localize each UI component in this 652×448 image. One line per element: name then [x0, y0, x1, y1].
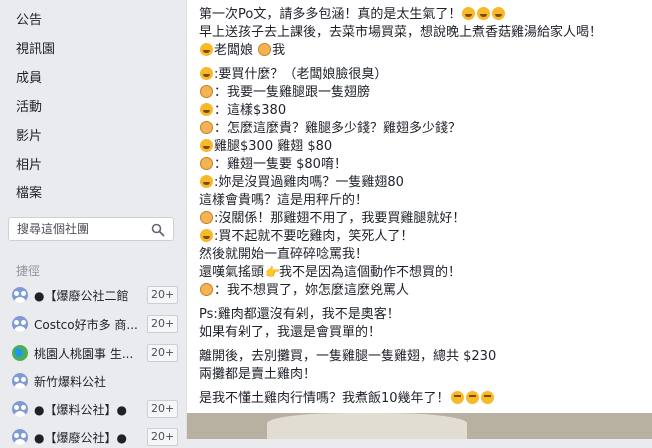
sweat-smile-emoji-icon	[465, 391, 479, 404]
nav-events[interactable]: 活動	[16, 96, 42, 115]
sweat-smile-emoji-icon	[450, 391, 464, 404]
laughing-emoji-icon	[200, 103, 213, 116]
shortcut-label: 新竹爆料公社	[34, 375, 107, 389]
shortcut-label: ●【爆廢公社二館	[34, 289, 129, 303]
post-line: 兩攤都是賣土雞肉！	[199, 367, 317, 382]
laughing-emoji-icon	[477, 7, 491, 20]
post-line: 然後就開始一直碎碎唸罵我！	[199, 247, 369, 262]
laughing-emoji-icon	[200, 229, 213, 242]
nav-members[interactable]: 成員	[16, 67, 42, 86]
laughing-emoji-icon	[462, 7, 476, 20]
nav-files[interactable]: 檔案	[16, 182, 42, 201]
post-line: ：這樣$380	[199, 102, 286, 120]
bun-emoji-icon	[200, 283, 213, 296]
post-line: 早上送孩子去上課後，去菜市場買菜，想說晚上煮香菇雞湯給家人喝！	[199, 25, 603, 40]
shortcut-count-badge: 20+	[147, 286, 179, 304]
group-search-box	[8, 217, 174, 241]
post-line: 如果有剁了，我還是會買單的！	[199, 325, 382, 340]
bun-emoji-icon	[200, 157, 213, 170]
post-line: 老闆娘 我	[199, 42, 285, 60]
group-search-input[interactable]	[17, 222, 147, 236]
shortcut-label: ●【爆廢公社】●	[34, 431, 127, 445]
bun-emoji-icon	[200, 85, 213, 98]
shortcut-label: 桃園人桃園事 生...	[34, 347, 134, 361]
post-line: :要買什麼？（老闆娘臉很臭）	[199, 66, 387, 84]
laughing-emoji-icon	[200, 175, 213, 188]
group-icon	[12, 429, 28, 445]
post-content: 第一次Po文，請多多包涵！真的是太生氣了！ 早上送孩子去上課後，去菜市場買菜，想…	[186, 0, 652, 439]
nav-announcements[interactable]: 公告	[16, 9, 42, 28]
shortcut-item[interactable]: 新竹爆料公社	[10, 370, 180, 392]
shortcut-item[interactable]: ●【爆廢公社】● 20+	[10, 426, 180, 448]
shortcut-item[interactable]: ●【爆廢公社二館 20+	[10, 284, 180, 306]
shortcut-count-badge: 20+	[147, 315, 179, 333]
search-icon[interactable]	[151, 223, 165, 237]
bun-emoji-icon	[200, 211, 213, 224]
post-photo[interactable]	[187, 413, 652, 439]
shortcut-item[interactable]: ●【爆料公社】● 20+	[10, 398, 180, 420]
nav-videos[interactable]: 影片	[16, 125, 42, 144]
group-icon	[12, 401, 28, 417]
post-line: :妳是沒買過雞肉嗎？一隻雞翅80	[199, 174, 404, 192]
laughing-emoji-icon	[492, 7, 506, 20]
group-icon	[12, 316, 28, 332]
post-line: 離開後，去別攤買，一隻雞腿一隻雞翅，總共 $230	[199, 349, 497, 364]
post-line: 還嘆氣搖頭我不是因為這個動作不想買的！	[199, 263, 461, 282]
post-line: ：怎麼這麼貴？雞腿多少錢？雞翅多少錢？	[199, 120, 461, 138]
shortcut-count-badge: 20+	[147, 428, 179, 446]
left-sidebar: 公告 視訊園 成員 活動 影片 相片 檔案 捷徑 ●【爆廢公社二館 20+ Co…	[0, 0, 182, 446]
shortcut-label: ●【爆料公社】●	[34, 403, 127, 417]
bun-emoji-icon	[258, 43, 272, 56]
nav-video-room[interactable]: 視訊園	[16, 38, 55, 57]
post-line: ：我要一隻雞腿跟一隻翅膀	[199, 84, 370, 102]
globe-icon	[12, 345, 28, 361]
pointing-hand-emoji-icon	[265, 263, 280, 281]
laughing-emoji-icon	[200, 139, 213, 152]
post-line: :沒關係！那雞翅不用了，我要買雞腿就好！	[199, 210, 465, 228]
group-icon	[12, 287, 28, 303]
post-line: ：我不想買了，妳怎麼這麼兇罵人	[199, 282, 409, 300]
post-line: 這樣會貴嗎？這是用秤斤的！	[199, 193, 369, 208]
post-line: 第一次Po文，請多多包涵！真的是太生氣了！	[199, 6, 506, 24]
shortcuts-heading: 捷徑	[16, 264, 41, 278]
post-line: 是我不懂土雞肉行情嗎？我煮飯10幾年了！	[199, 390, 495, 408]
shortcut-item[interactable]: Costco好市多 商... 20+	[10, 313, 180, 335]
post-line: Ps:雞肉都還沒有剁，我不是奧客！	[199, 307, 400, 322]
laughing-emoji-icon	[200, 67, 213, 80]
shortcut-count-badge: 20+	[147, 344, 179, 362]
laughing-emoji-icon	[200, 43, 213, 56]
nav-photos[interactable]: 相片	[16, 154, 42, 173]
post-line: 雞腿$300 雞翅 $80	[199, 138, 332, 156]
shortcut-item[interactable]: 桃園人桃園事 生... 20+	[10, 342, 180, 364]
group-icon	[12, 373, 28, 389]
shortcut-count-badge: 20+	[147, 400, 179, 418]
shortcut-label: Costco好市多 商...	[34, 318, 138, 332]
post-line: ：雞翅一隻要 $80唷！	[199, 156, 347, 174]
post-line: :買不起就不要吃雞肉，笑死人了！	[199, 228, 413, 246]
bun-emoji-icon	[200, 121, 213, 134]
sweat-smile-emoji-icon	[480, 391, 494, 404]
